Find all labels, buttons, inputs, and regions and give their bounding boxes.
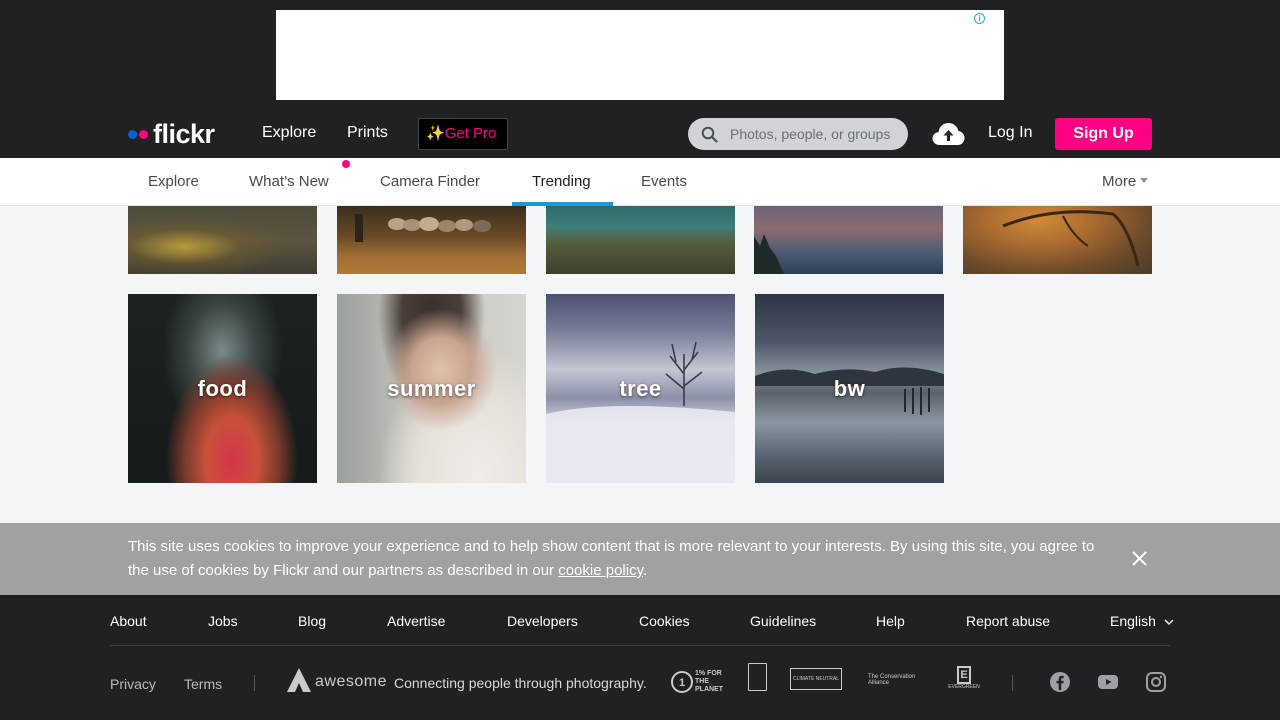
evergreen-e-icon: E [957,666,971,684]
tile-autumn-branches[interactable] [963,206,1152,274]
footer: About Jobs Blog Advertise Developers Coo… [0,595,1280,720]
search-icon [701,126,718,143]
cookie-message: This site uses cookies to improve your e… [128,535,1098,583]
badge-1-percent-planet[interactable]: 1 1% FOR THE PLANET [671,670,725,694]
footer-divider [110,645,1170,646]
top-header: i flickr Explore Prints ✨Get Pro Log In … [0,0,1280,158]
instagram-icon[interactable] [1145,671,1167,693]
footer-link-help[interactable]: Help [876,613,905,629]
logo-wordmark: flickr [153,119,215,149]
login-link[interactable]: Log In [988,124,1032,142]
tile-label-tree: tree [619,375,662,401]
cookie-policy-link[interactable]: cookie policy [558,562,643,579]
tile-lake-cliffs[interactable] [546,206,735,274]
upload-cloud-icon[interactable] [932,121,965,147]
get-pro-label: Get Pro [444,125,497,142]
caret-down-icon [1140,178,1149,184]
footer-link-advertise[interactable]: Advertise [387,613,445,629]
more-label: More [1102,173,1137,190]
badge-conservation-alliance-text: The Conservation Alliance [868,674,916,686]
footer-separator-2 [1012,675,1013,691]
svg-text:1: 1 [679,677,685,689]
language-label: English [1110,613,1156,629]
signup-button[interactable]: Sign Up [1055,118,1152,150]
tab-explore[interactable]: Explore [148,173,199,190]
tile-label-food: food [197,375,248,401]
badge-climate-neutral-text: CLIMATE NEUTRAL [792,676,840,682]
close-icon[interactable] [1131,550,1148,567]
nav-prints[interactable]: Prints [347,124,388,142]
logo-blue-dot [128,129,137,139]
cookie-banner: This site uses cookies to improve your e… [0,523,1280,595]
tile-summer[interactable]: summer [337,294,526,483]
footer-link-cookies[interactable]: Cookies [639,613,690,629]
logo-pink-dot [139,129,148,139]
search-bar[interactable] [688,118,908,150]
language-selector[interactable]: English [1110,613,1174,629]
tile-bw[interactable]: bw [755,294,944,483]
footer-link-guidelines[interactable]: Guidelines [750,613,816,629]
more-menu[interactable]: More [1102,173,1149,190]
footer-link-developers[interactable]: Developers [507,613,578,629]
info-icon[interactable]: i [974,13,985,24]
one-percent-planet-icon: 1 [671,671,693,693]
tree-silhouette [754,234,784,274]
tile-food[interactable]: food [128,294,317,483]
smugmug-awesome-icon[interactable] [286,667,312,693]
footer-link-jobs[interactable]: Jobs [208,613,238,629]
certified-b-corp-badge[interactable] [748,663,767,691]
tile-dusk-lake[interactable] [754,206,943,274]
sparkle-icon: ✨ [426,125,445,142]
footer-link-blog[interactable]: Blog [298,613,326,629]
footer-link-terms[interactable]: Terms [184,676,222,692]
footer-link-report-abuse[interactable]: Report abuse [966,613,1050,629]
smugmug-wordmark[interactable]: awesome [315,673,387,691]
flickr-logo[interactable]: flickr [128,119,215,149]
footer-separator [254,675,255,691]
youtube-icon[interactable] [1097,671,1119,693]
tab-trending[interactable]: Trending [532,173,591,190]
tile-forest-leaves[interactable] [128,206,317,274]
sheep-silhouettes [355,214,491,242]
badge-evergreen[interactable]: E EVERGREEN [948,666,980,694]
search-input[interactable] [730,124,900,144]
facebook-icon[interactable] [1049,671,1071,693]
nav-explore[interactable]: Explore [262,124,316,142]
tab-camera-finder[interactable]: Camera Finder [380,173,480,190]
tab-events[interactable]: Events [641,173,687,190]
tile-label-bw: bw [833,375,866,401]
branch-silhouette [1002,210,1140,267]
footer-link-privacy[interactable]: Privacy [110,676,156,692]
tile-label-summer: summer [387,375,476,401]
tab-whats-new[interactable]: What’s New [249,173,329,190]
ad-banner[interactable]: i [276,10,1004,100]
chevron-down-icon [1164,619,1174,626]
badge-1-percent-text: 1% FOR THE PLANET [695,670,723,693]
new-indicator-dot [342,160,350,168]
badge-climate-neutral[interactable]: CLIMATE NEUTRAL [790,668,842,690]
footer-link-about[interactable]: About [110,613,147,629]
tile-sheep-field[interactable] [337,206,526,274]
badge-evergreen-text: EVERGREEN [948,684,980,690]
get-pro-button[interactable]: ✨Get Pro [418,118,508,150]
tile-tree[interactable]: tree [546,294,735,483]
sub-navigation: Explore What’s New Camera Finder Trendin… [0,158,1280,206]
badge-conservation-alliance[interactable]: The Conservation Alliance [868,672,924,688]
cookie-text-end: . [642,562,648,579]
footer-tagline: Connecting people through photography. [394,675,647,691]
